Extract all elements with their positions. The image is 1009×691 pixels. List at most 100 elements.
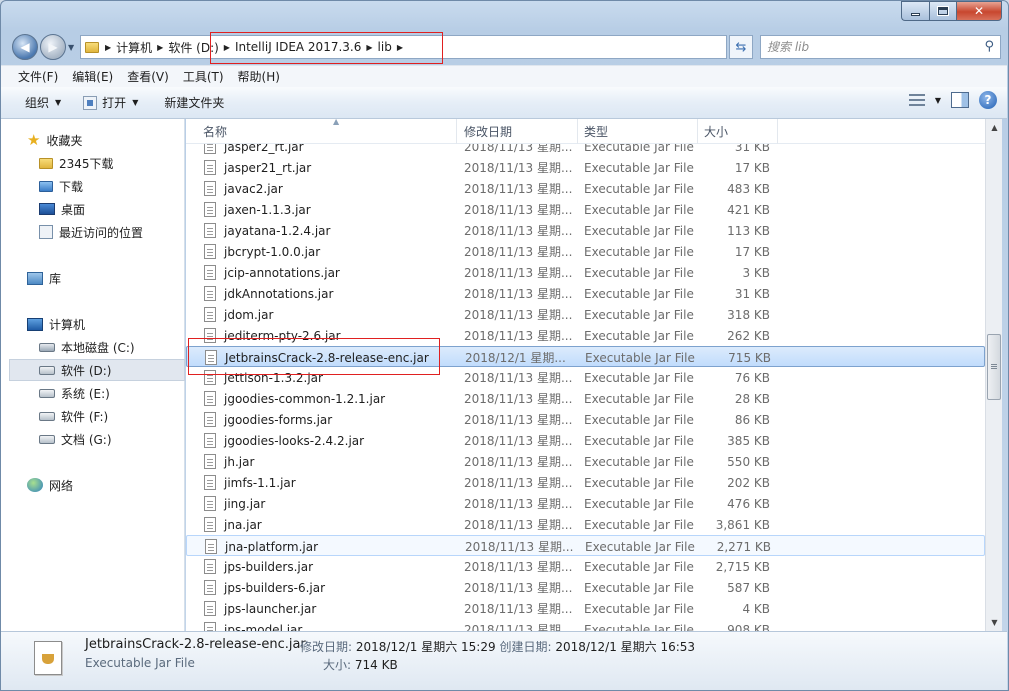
cell-size: 908 KB bbox=[700, 619, 770, 632]
sidebar-drive-f[interactable]: 软件 (F:) bbox=[39, 406, 108, 426]
cell-type-text: Executable Jar File bbox=[584, 328, 694, 343]
scroll-up-icon[interactable]: ▲ bbox=[986, 119, 1003, 136]
cell-name-text: jasper21_rt.jar bbox=[224, 160, 312, 175]
table-row[interactable]: jettison-1.3.2.jar 2018/11/13 星期... Execut… bbox=[186, 367, 985, 388]
cell-name-text: jimfs-1.1.jar bbox=[224, 475, 296, 490]
preview-pane-icon[interactable] bbox=[951, 92, 969, 108]
new-folder-button[interactable]: 新建文件夹 bbox=[156, 91, 232, 115]
sidebar-network[interactable]: 网络 bbox=[27, 475, 73, 495]
cell-date: 2018/11/13 星期... bbox=[464, 178, 582, 199]
breadcrumb-lib[interactable]: lib bbox=[373, 40, 397, 54]
forward-button[interactable]: ▶ bbox=[40, 34, 66, 60]
arrow-left-icon: ◀ bbox=[20, 40, 30, 54]
sidebar-item-label: 最近访问的位置 bbox=[59, 225, 144, 240]
vertical-scrollbar[interactable]: ▲ ▼ bbox=[985, 119, 1002, 631]
table-row[interactable]: jh.jar 2018/11/13 星期... Executable Jar Fil… bbox=[186, 451, 985, 472]
breadcrumb-computer[interactable]: 计算机 bbox=[111, 39, 157, 56]
maximize-button[interactable] bbox=[929, 1, 956, 21]
sidebar-computer[interactable]: 计算机 bbox=[27, 314, 85, 334]
cell-date-text: 2018/11/13 星期... bbox=[464, 266, 573, 280]
refresh-button[interactable]: ⇆ bbox=[729, 35, 753, 59]
table-row[interactable]: jna.jar 2018/11/13 星期... Executable Jar Fi… bbox=[186, 514, 985, 535]
view-options-icon[interactable] bbox=[908, 94, 925, 106]
cell-type: Executable Jar File bbox=[584, 451, 700, 472]
cell-name: jediterm-pty-2.6.jar bbox=[204, 325, 460, 346]
column-date-label: 修改日期 bbox=[464, 125, 513, 139]
details-pane: JetbrainsCrack-2.8-release-enc.jar Execu… bbox=[1, 631, 1007, 690]
table-row[interactable]: jps-launcher.jar 2018/11/13 星期... Executab… bbox=[186, 598, 985, 619]
scrollbar-thumb[interactable] bbox=[987, 334, 1001, 400]
menu-edit[interactable]: 编辑(E) bbox=[65, 68, 120, 85]
menu-tools[interactable]: 工具(T) bbox=[176, 68, 231, 85]
table-row[interactable]: JetbrainsCrack-2.8-release-enc.jar 2018/1… bbox=[186, 346, 985, 367]
cell-type: Executable Jar File bbox=[584, 178, 700, 199]
cell-date: 2018/11/13 星期... bbox=[464, 157, 582, 178]
recent-pages-dropdown[interactable]: ▼ bbox=[68, 43, 74, 52]
table-row[interactable]: jps-model.jar 2018/11/13 星期... Executable … bbox=[186, 619, 985, 631]
cell-type: Executable Jar File bbox=[584, 514, 700, 535]
table-row[interactable]: javac2.jar 2018/11/13 星期... Executable Jar… bbox=[186, 178, 985, 199]
sidebar-libraries[interactable]: 库 bbox=[27, 268, 61, 288]
desktop-icon bbox=[39, 203, 55, 215]
sidebar-item-desktop[interactable]: 桌面 bbox=[39, 199, 85, 219]
close-button[interactable]: ✕ bbox=[956, 1, 1002, 21]
sidebar-item-label: 软件 (D:) bbox=[61, 363, 112, 378]
help-icon[interactable]: ? bbox=[979, 91, 997, 109]
column-type[interactable]: 类型 bbox=[578, 119, 698, 144]
menu-file[interactable]: 文件(F) bbox=[11, 68, 65, 85]
table-row[interactable]: jgoodies-common-1.2.1.jar 2018/11/13 星期..… bbox=[186, 388, 985, 409]
menu-help[interactable]: 帮助(H) bbox=[231, 68, 287, 85]
scroll-down-icon[interactable]: ▼ bbox=[986, 614, 1003, 631]
download-folder-icon bbox=[39, 180, 53, 192]
sidebar-favorites[interactable]: ★ 收藏夹 bbox=[27, 130, 82, 150]
table-row[interactable]: jdom.jar 2018/11/13 星期... Executable Jar F… bbox=[186, 304, 985, 325]
table-row[interactable]: jgoodies-looks-2.4.2.jar 2018/11/13 星期...… bbox=[186, 430, 985, 451]
column-size[interactable]: 大小 bbox=[698, 119, 778, 144]
back-button[interactable]: ◀ bbox=[12, 34, 38, 60]
sidebar-drive-e[interactable]: 系统 (E:) bbox=[39, 383, 110, 403]
cell-size-text: 86 KB bbox=[734, 412, 770, 427]
sidebar-drive-d[interactable]: 软件 (D:) bbox=[39, 360, 111, 380]
table-row[interactable]: jediterm-pty-2.6.jar 2018/11/13 星期... Exec… bbox=[186, 325, 985, 346]
column-date[interactable]: 修改日期 bbox=[458, 119, 578, 144]
sidebar-drive-c[interactable]: 本地磁盘 (C:) bbox=[39, 337, 135, 357]
minimize-button[interactable] bbox=[901, 1, 929, 21]
table-row[interactable]: jps-builders.jar 2018/11/13 星期... Executab… bbox=[186, 556, 985, 577]
details-dates: 修改日期: 2018/12/1 星期六 15:29 创建日期: 2018/12/… bbox=[300, 638, 695, 655]
cell-type: Executable Jar File bbox=[584, 325, 700, 346]
cell-size: 587 KB bbox=[700, 577, 770, 598]
menu-view[interactable]: 查看(V) bbox=[120, 68, 176, 85]
sidebar-drive-g[interactable]: 文档 (G:) bbox=[39, 429, 112, 449]
search-icon[interactable]: ⚲ bbox=[984, 39, 994, 54]
table-row[interactable]: jbcrypt-1.0.0.jar 2018/11/13 星期... Executa… bbox=[186, 241, 985, 262]
search-box[interactable]: ⚲ bbox=[760, 35, 1001, 59]
table-row[interactable]: jdkAnnotations.jar 2018/11/13 星期... Execut… bbox=[186, 283, 985, 304]
jar-file-icon bbox=[204, 496, 216, 511]
cell-date-text: 2018/11/13 星期... bbox=[464, 560, 573, 574]
drive-icon bbox=[39, 434, 55, 444]
sidebar-item-downloads[interactable]: 下载 bbox=[39, 176, 83, 196]
cell-type: Executable Jar File bbox=[584, 430, 700, 451]
open-button[interactable]: 打开 ▼ bbox=[75, 91, 146, 115]
table-row[interactable]: jimfs-1.1.jar 2018/11/13 星期... Executable … bbox=[186, 472, 985, 493]
table-row[interactable]: jasper21_rt.jar 2018/11/13 星期... Executabl… bbox=[186, 157, 985, 178]
table-row[interactable]: jcip-annotations.jar 2018/11/13 星期... Exec… bbox=[186, 262, 985, 283]
table-row[interactable]: jps-builders-6.jar 2018/11/13 星期... Execut… bbox=[186, 577, 985, 598]
table-row[interactable]: jaxen-1.1.3.jar 2018/11/13 星期... Executabl… bbox=[186, 199, 985, 220]
table-row[interactable]: jna-platform.jar 2018/11/13 星期... Executab… bbox=[186, 535, 985, 556]
cell-date: 2018/11/13 星期... bbox=[464, 262, 582, 283]
breadcrumb-idea[interactable]: IntelliJ IDEA 2017.3.6 bbox=[230, 40, 366, 54]
sidebar-item-recent[interactable]: 最近访问的位置 bbox=[39, 222, 143, 242]
organize-button[interactable]: 组织 ▼ bbox=[17, 91, 69, 115]
search-input[interactable] bbox=[767, 40, 977, 54]
address-bar[interactable]: ▶ 计算机 ▶ 软件 (D:) ▶ IntelliJ IDEA 2017.3.6… bbox=[80, 35, 727, 59]
table-row[interactable]: jing.jar 2018/11/13 星期... Executable Jar F… bbox=[186, 493, 985, 514]
table-row[interactable]: jayatana-1.2.4.jar 2018/11/13 星期... Execut… bbox=[186, 220, 985, 241]
chevron-down-icon[interactable]: ▼ bbox=[935, 96, 941, 105]
breadcrumb-separator-icon[interactable]: ▶ bbox=[397, 43, 403, 52]
sidebar-item-2345download[interactable]: 2345下载 bbox=[39, 153, 114, 173]
jar-file-icon bbox=[204, 223, 216, 238]
column-name[interactable]: 名称 ▲ bbox=[197, 119, 457, 144]
table-row[interactable]: jgoodies-forms.jar 2018/11/13 星期... Execut… bbox=[186, 409, 985, 430]
breadcrumb-drive[interactable]: 软件 (D:) bbox=[163, 39, 223, 56]
